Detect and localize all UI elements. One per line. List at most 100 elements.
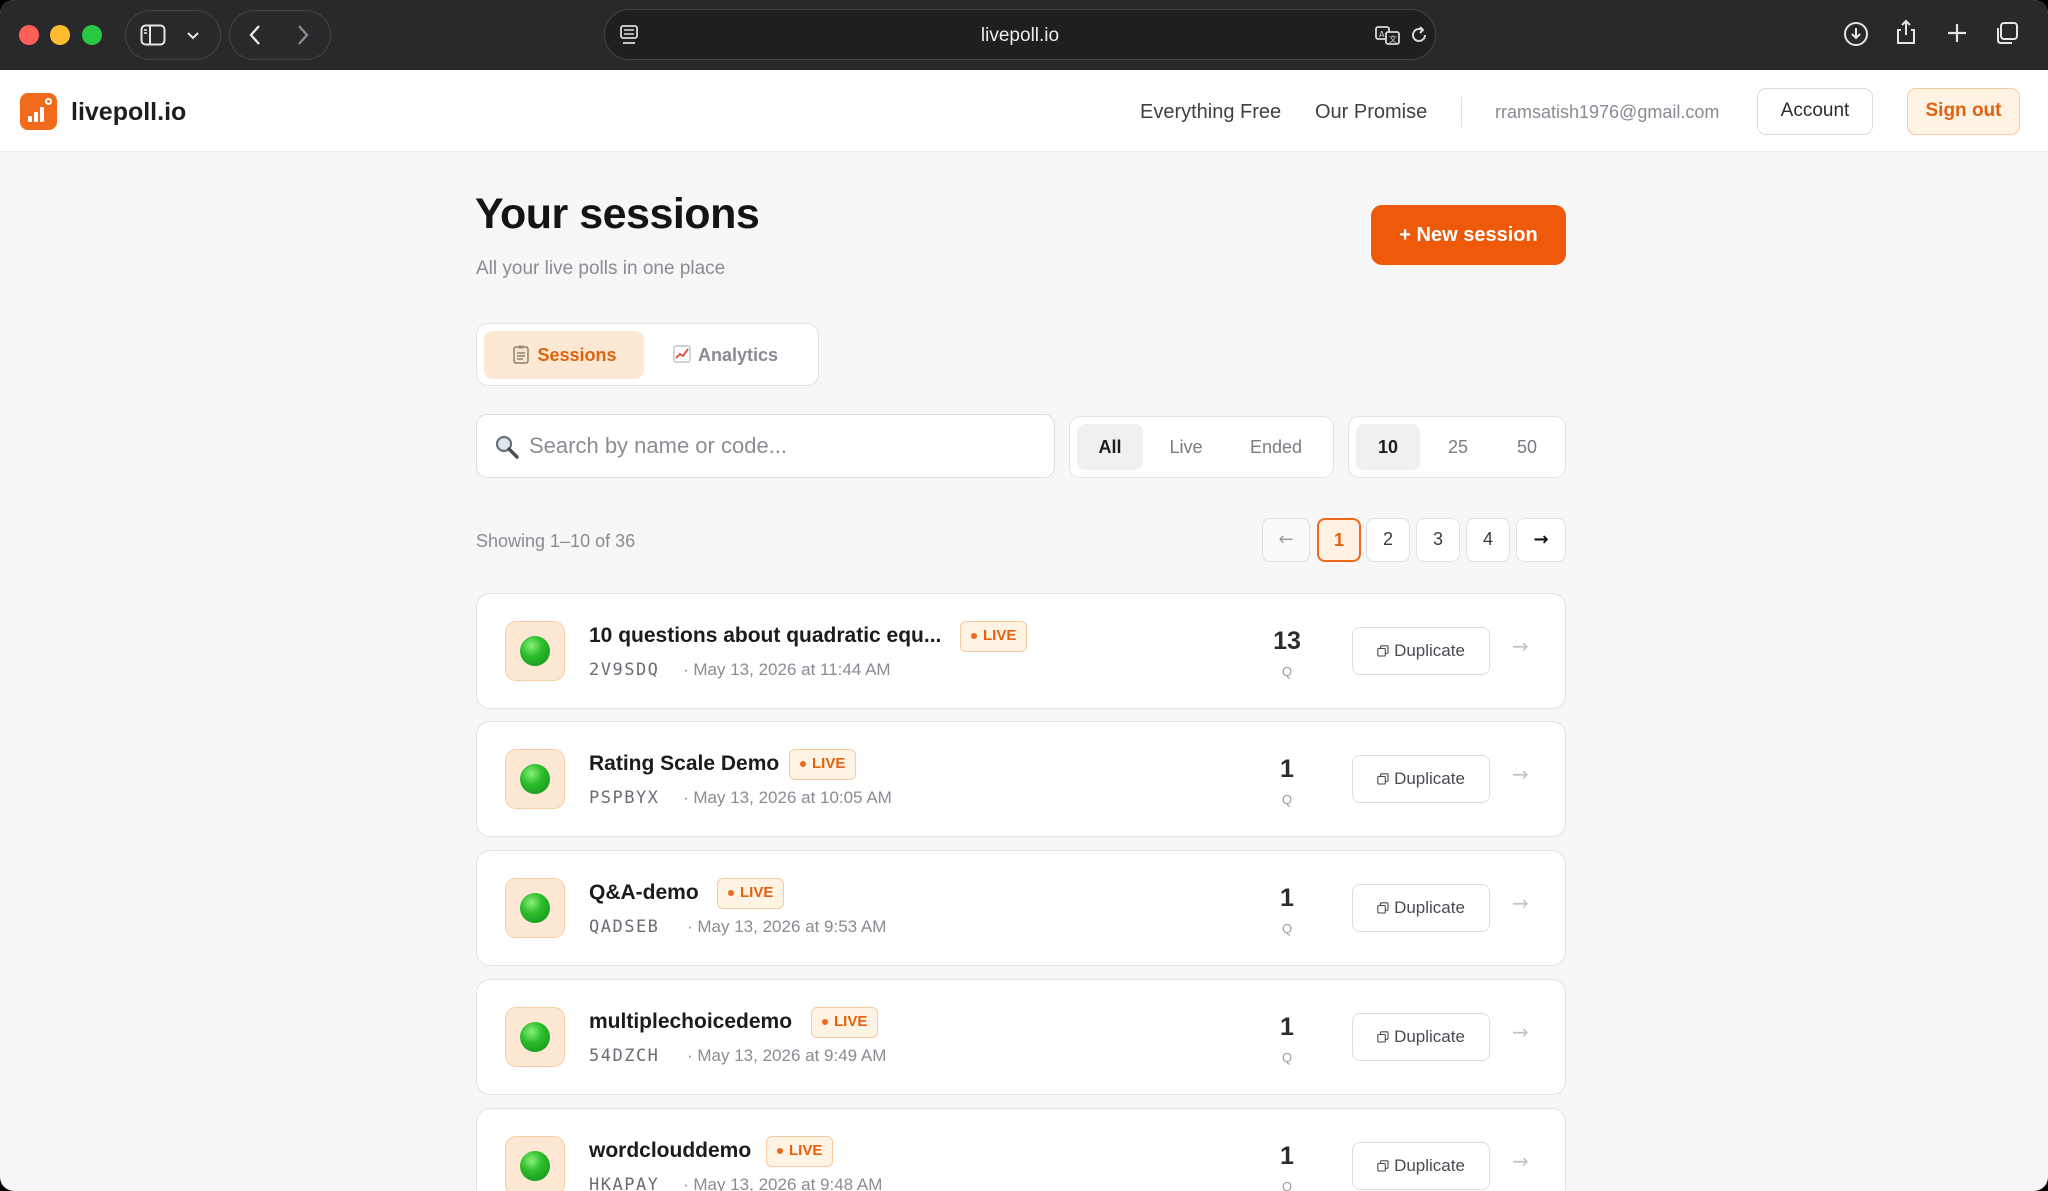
- page-4-button[interactable]: 4: [1466, 518, 1510, 562]
- session-row[interactable]: multiplechoicedemo LIVE 54DZCH · May 13,…: [476, 979, 1566, 1095]
- question-count: 1: [1280, 755, 1294, 783]
- open-session-arrow-icon[interactable]: →: [1512, 762, 1529, 786]
- live-badge: LIVE: [960, 621, 1028, 652]
- plus-icon: [1948, 24, 1966, 42]
- live-indicator-icon: [520, 1151, 550, 1181]
- copy-icon: [1377, 645, 1389, 657]
- live-indicator-icon: [520, 764, 550, 794]
- session-code: 2V9SDQ: [589, 660, 660, 680]
- forward-icon[interactable]: [296, 24, 310, 46]
- duplicate-label: Duplicate: [1394, 641, 1465, 660]
- open-session-arrow-icon[interactable]: →: [1512, 891, 1529, 915]
- session-title[interactable]: 10 questions about quadratic equ...: [589, 624, 941, 648]
- svg-text:A: A: [1379, 30, 1385, 39]
- nav-everything-free[interactable]: Everything Free: [1140, 101, 1281, 124]
- page-1-button[interactable]: 1: [1317, 518, 1361, 562]
- results-count: Showing 1–10 of 36: [476, 531, 636, 551]
- open-session-arrow-icon[interactable]: →: [1512, 1149, 1529, 1173]
- page-size-50[interactable]: 50: [1495, 424, 1559, 470]
- address-text: livepoll.io: [980, 25, 1060, 46]
- tab-analytics-label: Analytics: [697, 345, 779, 365]
- account-button[interactable]: Account: [1757, 88, 1873, 135]
- filter-all[interactable]: All: [1077, 424, 1143, 470]
- share-button[interactable]: [1886, 14, 1926, 54]
- search-icon: [495, 435, 519, 459]
- app-window: livepoll.io A文 livepoll.io Everything Fr…: [0, 0, 2048, 1191]
- translate-icon[interactable]: A文: [1374, 24, 1402, 46]
- open-session-arrow-icon[interactable]: →: [1512, 1020, 1529, 1044]
- next-page-button[interactable]: →: [1516, 518, 1566, 562]
- duplicate-button[interactable]: Duplicate: [1352, 884, 1490, 932]
- downloads-button[interactable]: [1836, 14, 1876, 54]
- session-icon: [505, 621, 565, 681]
- duplicate-label: Duplicate: [1394, 769, 1465, 788]
- brand-name[interactable]: livepoll.io: [71, 98, 186, 127]
- session-code: HKAPAY: [589, 1175, 660, 1191]
- filter-live[interactable]: Live: [1150, 424, 1222, 470]
- prev-page-button[interactable]: ←: [1262, 518, 1310, 562]
- back-icon[interactable]: [248, 24, 262, 46]
- duplicate-button[interactable]: Duplicate: [1352, 627, 1490, 675]
- sidebar-toggle[interactable]: [125, 10, 221, 60]
- question-count-label: Q: [1281, 664, 1293, 679]
- question-count-label: Q: [1281, 921, 1293, 936]
- browser-toolbar: livepoll.io A文: [0, 0, 2048, 70]
- page-size-10[interactable]: 10: [1356, 424, 1420, 470]
- open-session-arrow-icon[interactable]: →: [1512, 634, 1529, 658]
- question-count: 1: [1280, 1142, 1294, 1170]
- question-count: 1: [1280, 1013, 1294, 1041]
- session-code: PSPBYX: [589, 788, 660, 808]
- page-subtitle: All your live polls in one place: [476, 258, 726, 279]
- filter-ended[interactable]: Ended: [1228, 424, 1324, 470]
- session-row[interactable]: Q&A-demo LIVE QADSEB · May 13, 2026 at 9…: [476, 850, 1566, 966]
- question-count-label: Q: [1281, 1179, 1293, 1191]
- search-input[interactable]: [529, 425, 1039, 467]
- chevron-down-icon: [187, 32, 199, 40]
- session-title[interactable]: Q&A-demo: [589, 881, 699, 905]
- reload-icon[interactable]: [1409, 25, 1429, 45]
- share-icon: [1897, 19, 1915, 44]
- history-nav: [229, 10, 331, 60]
- live-badge: LIVE: [789, 749, 857, 780]
- page-2-button[interactable]: 2: [1366, 518, 1410, 562]
- new-session-button[interactable]: + New session: [1371, 205, 1566, 265]
- session-row[interactable]: wordclouddemo LIVE HKAPAY · May 13, 2026…: [476, 1108, 1566, 1191]
- tab-overview-button[interactable]: [1987, 14, 2027, 54]
- tab-sessions[interactable]: Sessions: [484, 331, 644, 379]
- nav-our-promise[interactable]: Our Promise: [1315, 101, 1427, 124]
- chart-icon: [673, 345, 691, 363]
- session-list: 10 questions about quadratic equ... LIVE…: [476, 593, 1566, 1191]
- page-size-selector: 10 25 50: [1348, 416, 1566, 478]
- nav-divider: [1461, 97, 1462, 127]
- session-date: · May 13, 2026 at 9:48 AM: [683, 1175, 883, 1191]
- duplicate-button[interactable]: Duplicate: [1352, 1013, 1490, 1061]
- session-row[interactable]: 10 questions about quadratic equ... LIVE…: [476, 593, 1566, 709]
- tab-analytics[interactable]: Analytics: [655, 331, 795, 379]
- session-title[interactable]: Rating Scale Demo: [589, 752, 779, 776]
- duplicate-button[interactable]: Duplicate: [1352, 1142, 1490, 1190]
- question-count-label: Q: [1281, 1050, 1293, 1065]
- sidebar-icon: [140, 24, 166, 46]
- session-date: · May 13, 2026 at 10:05 AM: [683, 788, 892, 807]
- page-size-25[interactable]: 25: [1426, 424, 1490, 470]
- svg-text:文: 文: [1389, 34, 1397, 44]
- address-bar[interactable]: livepoll.io A文: [604, 9, 1436, 60]
- session-row[interactable]: Rating Scale Demo LIVE PSPBYX · May 13, …: [476, 721, 1566, 837]
- view-tabs: Sessions Analytics: [476, 323, 819, 386]
- session-date: · May 13, 2026 at 9:53 AM: [687, 917, 887, 936]
- live-badge: LIVE: [766, 1136, 834, 1167]
- sign-out-button[interactable]: Sign out: [1907, 88, 2020, 135]
- session-code: QADSEB: [589, 917, 660, 937]
- duplicate-button[interactable]: Duplicate: [1352, 755, 1490, 803]
- session-icon: [505, 749, 565, 809]
- brand-logo-icon[interactable]: [20, 93, 57, 130]
- app-header: livepoll.io Everything Free Our Promise …: [0, 70, 2048, 152]
- session-title[interactable]: multiplechoicedemo: [589, 1010, 792, 1034]
- session-title[interactable]: wordclouddemo: [589, 1139, 751, 1163]
- page-3-button[interactable]: 3: [1416, 518, 1460, 562]
- zoom-window-button[interactable]: [82, 25, 102, 45]
- new-tab-button[interactable]: [1937, 14, 1977, 54]
- minimize-window-button[interactable]: [50, 25, 70, 45]
- close-window-button[interactable]: [19, 25, 39, 45]
- copy-icon: [1377, 902, 1389, 914]
